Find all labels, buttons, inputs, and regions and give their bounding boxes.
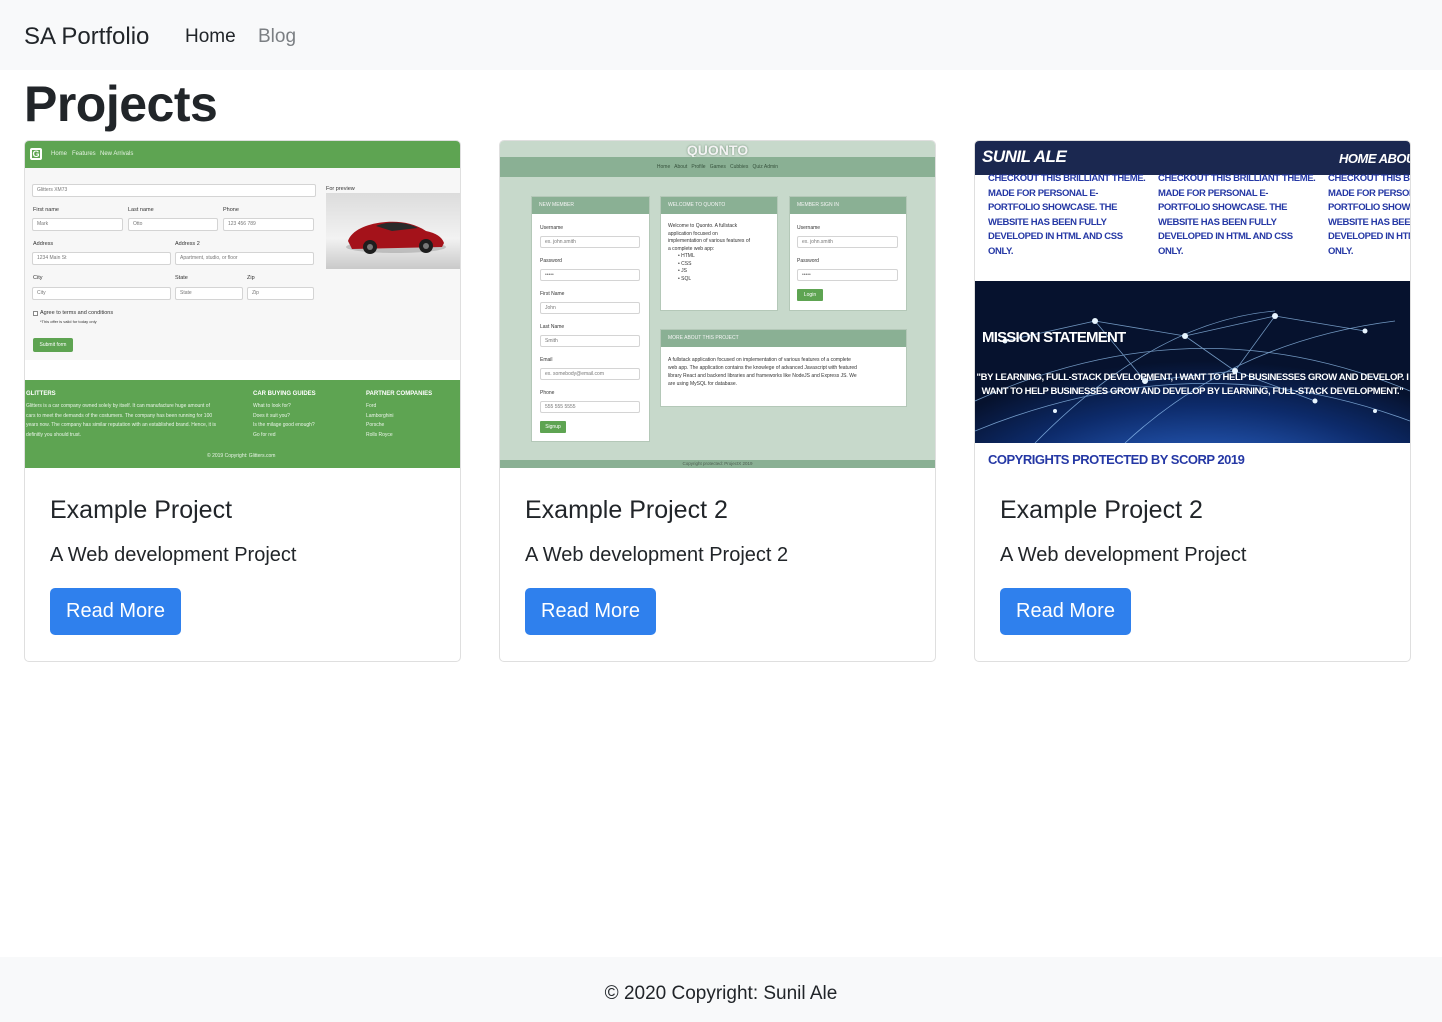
read-more-button[interactable]: Read More [525, 588, 656, 635]
footer-copyright: © 2020 Copyright: Sunil Ale [604, 983, 838, 1004]
network-lines-icon [975, 310, 1410, 443]
thumb-nav-bar: Home About Profile Games Cubbies Quiz Ad… [500, 157, 935, 177]
thumb-navbar: G Home Features New Arrivals [25, 141, 460, 168]
top-navbar: SA Portfolio Home Blog [0, 0, 1442, 70]
thumb-welcome-panel: WELCOME TO QUONTO Welcome to Quonto. A f… [660, 196, 778, 311]
thumb-about-panel: MORE ABOUT THIS PROJECT A fullstack appl… [660, 329, 907, 407]
project-card-1: G Home Features New Arrivals Glitters XM… [24, 140, 461, 662]
project-thumbnail-2[interactable]: QUONTO Home About Profile Games Cubbies … [500, 141, 935, 468]
card-title: Example Project 2 [525, 496, 728, 524]
project-card-2: QUONTO Home About Profile Games Cubbies … [499, 140, 936, 662]
thumb-footer: GLITTERS Glitters is a car company owned… [25, 380, 460, 468]
read-more-button[interactable]: Read More [50, 588, 181, 635]
page-footer: © 2020 Copyright: Sunil Ale [0, 957, 1442, 1022]
quonto-title: QUONTO [686, 142, 749, 158]
thumb-sign-in-panel: MEMBER SIGN IN Username ex. john.smith P… [789, 196, 907, 311]
thumb-header: SUNIL ALE HOME ABOUT [975, 141, 1410, 175]
brand-link[interactable]: SA Portfolio [24, 20, 149, 54]
thumb-blurb-2: CHECKOUT THIS BRILLIANT THEME. MADE FOR … [1158, 173, 1316, 257]
card-description: A Web development Project [1000, 544, 1247, 566]
globe-network-image: MISSION STATEMENT "BY LEARNING, FULL-STA… [975, 281, 1410, 443]
thumb-footer: Copyright protected: ProjectX 2019 [500, 460, 935, 468]
thumb-checkbox [33, 311, 38, 316]
project-thumbnail-3[interactable]: SUNIL ALE HOME ABOUT CHECKOUT THIS BRILL… [975, 141, 1410, 468]
project-thumbnail-1[interactable]: G Home Features New Arrivals Glitters XM… [25, 141, 460, 468]
card-title: Example Project 2 [1000, 496, 1203, 524]
thumb-blurb-3: CHECKOUT THIS BRILLIANT THEME. MADE FOR … [1328, 173, 1410, 257]
card-title: Example Project [50, 496, 233, 524]
nav-link-home[interactable]: Home [185, 24, 236, 50]
nav-link-blog[interactable]: Blog [258, 24, 296, 50]
glitters-logo-icon: G [30, 148, 42, 160]
read-more-button[interactable]: Read More [1000, 588, 1131, 635]
car-preview-image [326, 193, 460, 269]
thumb-new-member-panel: NEW MEMBER Username ex. john.smith Passw… [531, 196, 650, 442]
page-title: Projects [24, 76, 218, 132]
card-description: A Web development Project [50, 544, 297, 566]
thumb-copyright: COPYRIGHTS PROTECTED BY SCORP 2019 [988, 452, 1245, 467]
thumb-submit-button: Submit form [33, 338, 73, 352]
red-car-icon [346, 221, 446, 254]
card-description: A Web development Project 2 [525, 544, 789, 566]
project-card-3: SUNIL ALE HOME ABOUT CHECKOUT THIS BRILL… [974, 140, 1411, 662]
thumb-blurb-1: CHECKOUT THIS BRILLIANT THEME. MADE FOR … [988, 173, 1146, 257]
thumb-select: Glitters XM73 [32, 184, 316, 197]
